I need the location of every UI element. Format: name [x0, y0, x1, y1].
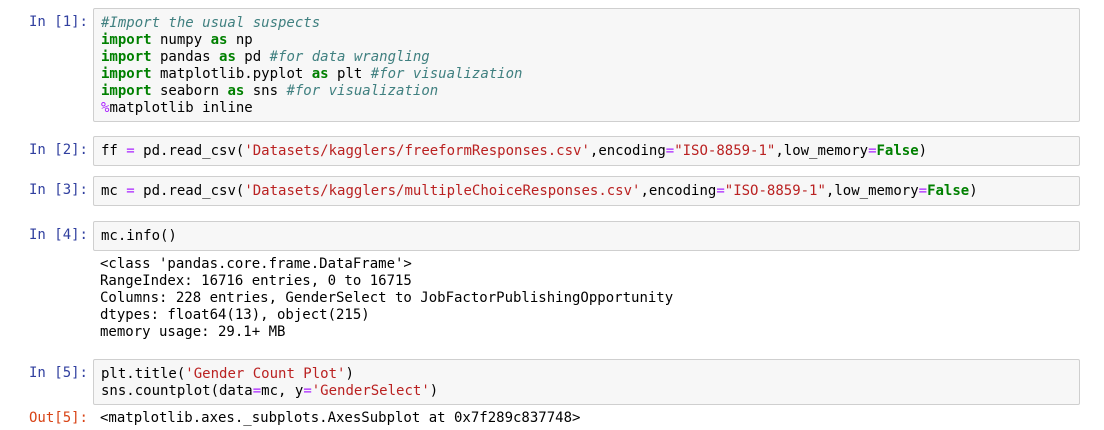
input-prompt: In [5]: [28, 365, 88, 381]
code-token: False [876, 143, 919, 159]
code-token: #Import the usual suspects [101, 15, 321, 31]
code-token: sns [244, 83, 287, 99]
code-token: as [219, 49, 236, 65]
code-token: pd.read_csv( [134, 183, 245, 199]
code-token: = [303, 383, 312, 399]
code-line: sns.countplot(data=mc, y='GenderSelect') [101, 383, 1079, 400]
cell-output: <matplotlib.axes._subplots.AxesSubplot a… [100, 410, 1080, 427]
code-token: "ISO-8859-1" [724, 183, 826, 199]
code-token: ,encoding [589, 143, 666, 159]
code-token: = [126, 143, 135, 159]
input-prompt: In [3]: [28, 182, 88, 198]
code-line: import seaborn as sns #for visualization [101, 83, 1079, 100]
code-editor[interactable]: ff = pd.read_csv('Datasets/kagglers/free… [93, 136, 1080, 166]
code-token: seaborn [151, 83, 228, 99]
code-token: pandas [151, 49, 220, 65]
code-line: mc.info() [101, 228, 1079, 245]
code-token: mc.info() [101, 228, 177, 244]
code-line: mc = pd.read_csv('Datasets/kagglers/mult… [101, 183, 1079, 200]
code-token: 'Datasets/kagglers/freeformResponses.csv… [244, 143, 590, 159]
code-token: as [210, 32, 228, 48]
code-line: import matplotlib.pyplot as plt #for vis… [101, 66, 1079, 83]
code-token: matplotlib inline [109, 100, 253, 116]
code-token: False [927, 183, 970, 199]
output-line: memory usage: 29.1+ MB [100, 324, 286, 340]
code-token: pd [235, 49, 270, 65]
code-line: ff = pd.read_csv('Datasets/kagglers/free… [101, 143, 1079, 160]
code-token: as [311, 66, 329, 82]
code-token: ff [101, 143, 127, 159]
code-editor[interactable]: #Import the usual suspects import numpy … [93, 8, 1080, 122]
code-editor[interactable]: plt.title('Gender Count Plot') sns.count… [93, 359, 1080, 405]
output-line: Columns: 228 entries, GenderSelect to Jo… [100, 290, 674, 306]
code-line: import pandas as pd #for data wrangling [101, 49, 1079, 66]
code-token: ) [918, 143, 928, 159]
code-line: %matplotlib inline [101, 100, 1079, 117]
code-token: pd.read_csv( [134, 143, 245, 159]
code-token: #for visualization [286, 83, 439, 99]
code-token: = [252, 383, 262, 399]
output-line: <class 'pandas.core.frame.DataFrame'> [100, 256, 412, 272]
code-token: "ISO-8859-1" [674, 143, 776, 159]
code-token: = [665, 143, 675, 159]
code-token: ,low_memory [825, 183, 919, 199]
output-line: RangeIndex: 16716 entries, 0 to 16715 [100, 273, 412, 289]
input-prompt: In [1]: [28, 14, 88, 30]
code-token: mc, y [261, 383, 304, 399]
code-token: = [126, 183, 135, 199]
code-token: ) [345, 366, 354, 382]
code-token: import [101, 66, 152, 82]
input-prompt: In [4]: [28, 227, 88, 243]
code-line: import numpy as np [101, 32, 1079, 49]
output-line: <matplotlib.axes._subplots.AxesSubplot a… [100, 410, 581, 426]
code-token: import [101, 32, 152, 48]
code-editor[interactable]: mc.info() [93, 221, 1080, 251]
code-token: plt.title( [101, 366, 186, 382]
code-token: ) [429, 383, 439, 399]
cell-output: <class 'pandas.core.frame.DataFrame'> Ra… [100, 256, 1080, 341]
code-token: ,encoding [640, 183, 717, 199]
code-token: numpy [151, 32, 211, 48]
output-prompt: Out[5]: [28, 410, 88, 426]
code-token: as [227, 83, 245, 99]
code-token: #for visualization [370, 66, 523, 82]
code-token: mc [101, 183, 127, 199]
code-token: 'Gender Count Plot' [185, 366, 346, 382]
code-token: plt [328, 66, 371, 82]
output-line: dtypes: float64(13), object(215) [100, 307, 370, 323]
code-token: matplotlib.pyplot [151, 66, 312, 82]
code-token: import [101, 49, 152, 65]
code-token: sns.countplot(data [101, 383, 253, 399]
code-line: plt.title('Gender Count Plot') [101, 366, 1079, 383]
code-token: = [918, 183, 928, 199]
code-token: import [101, 83, 152, 99]
code-token: 'GenderSelect' [311, 383, 430, 399]
input-prompt: In [2]: [28, 142, 88, 158]
code-token: ) [969, 183, 978, 199]
code-token: np [227, 32, 253, 48]
code-editor[interactable]: mc = pd.read_csv('Datasets/kagglers/mult… [93, 176, 1080, 206]
code-token: 'Datasets/kagglers/multipleChoiceRespons… [244, 183, 641, 199]
code-token: = [868, 143, 877, 159]
code-token: #for data wrangling [269, 49, 430, 65]
code-line: #Import the usual suspects [101, 15, 1079, 32]
notebook: In [1]: #Import the usual suspects impor… [0, 0, 1104, 430]
code-token: = [716, 183, 725, 199]
code-token: ,low_memory [775, 143, 869, 159]
